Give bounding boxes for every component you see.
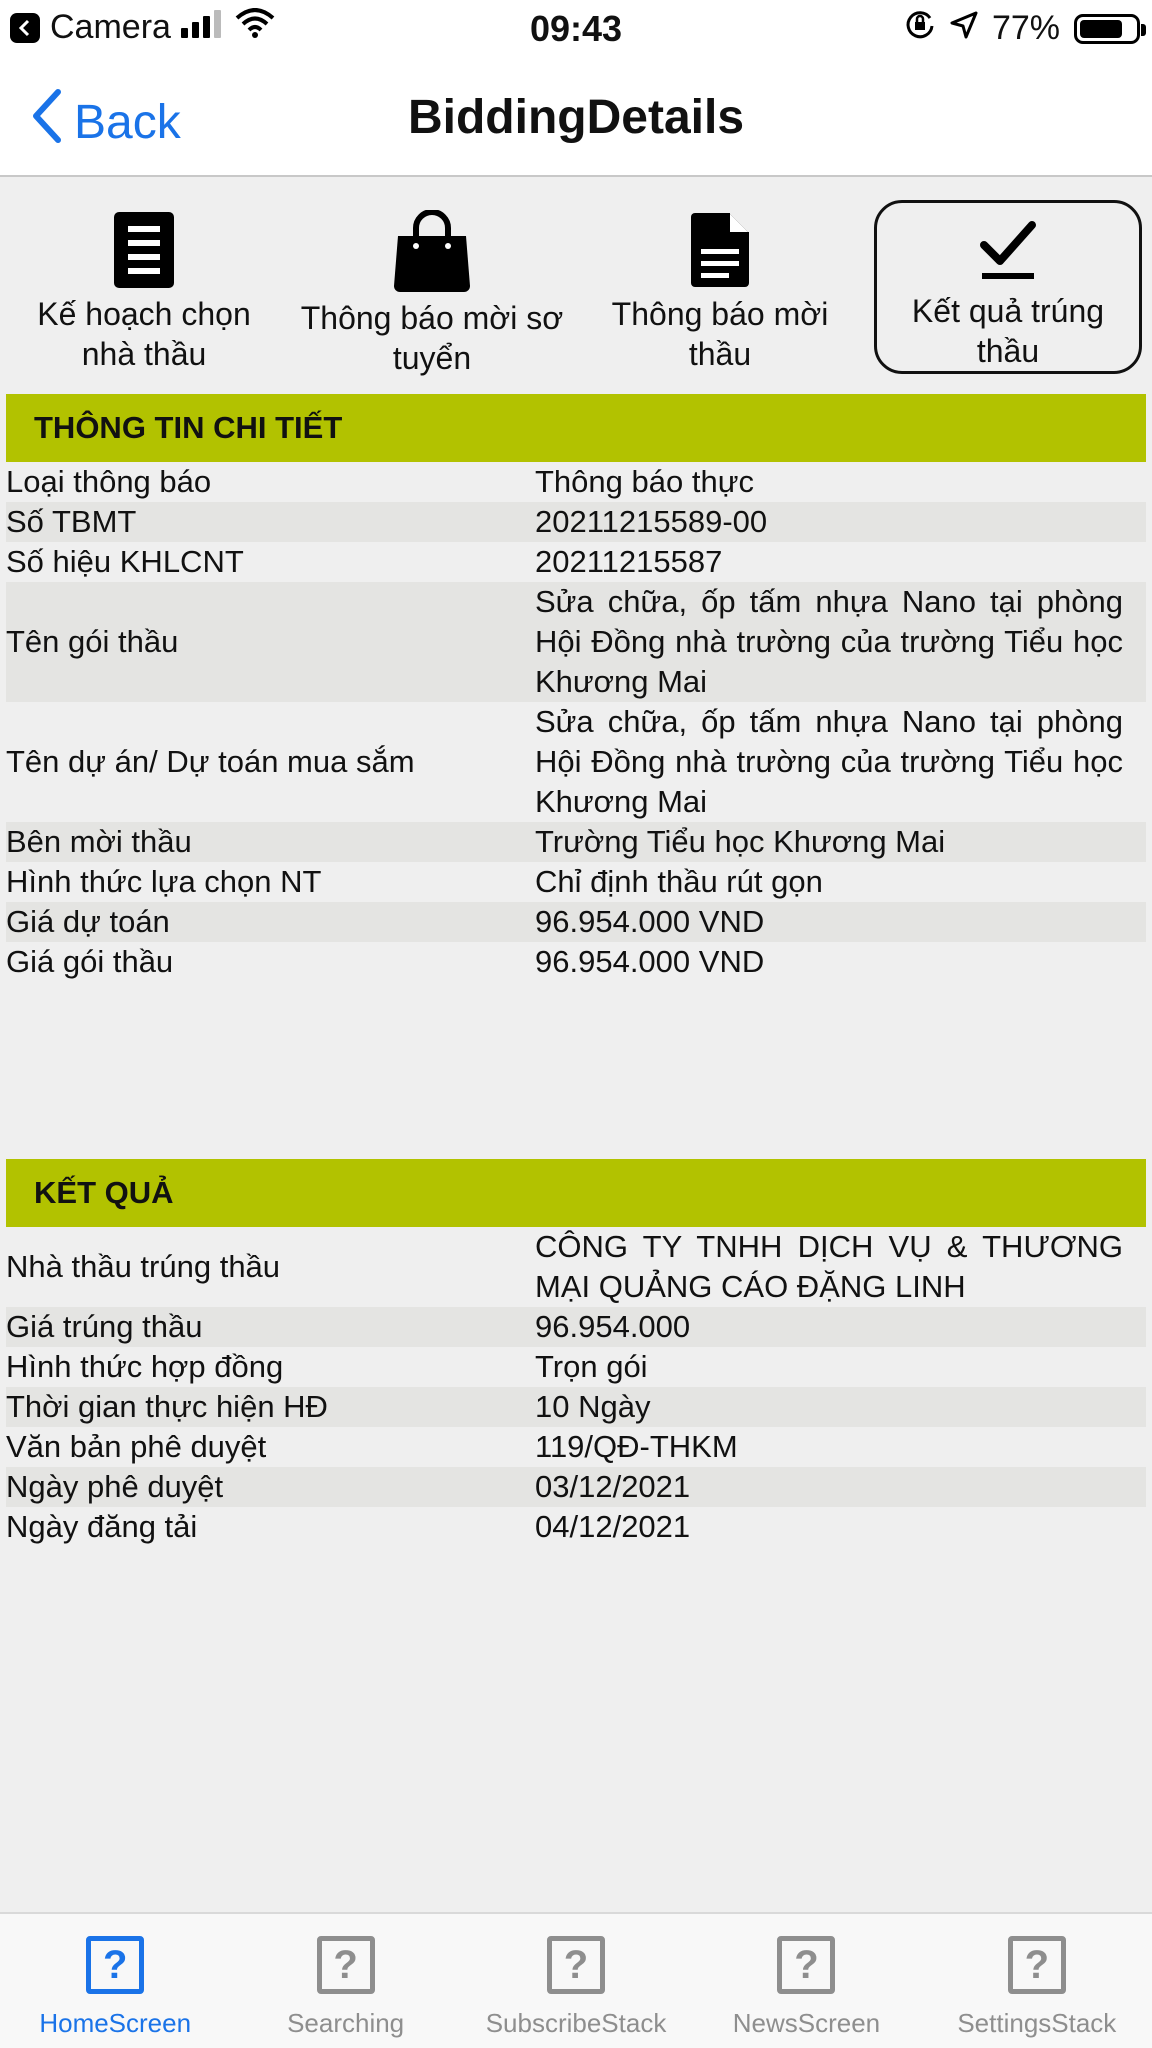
battery-percent: 77% bbox=[991, 9, 1060, 47]
row-label: Loại thông báo bbox=[6, 464, 212, 499]
document-list-icon bbox=[112, 210, 176, 290]
table-row: Tên gói thầu Sửa chữa, ốp tấm nhựa Nano t… bbox=[6, 582, 1146, 702]
table-row: Hình thức hợp đồng Trọn gói bbox=[6, 1347, 1146, 1387]
row-label: Nhà thầu trúng thầu bbox=[6, 1249, 281, 1284]
shopping-bag-icon bbox=[392, 210, 472, 294]
row-value: Chỉ định thầu rút gọn bbox=[535, 864, 823, 899]
navigation-bar: Back BiddingDetails bbox=[0, 60, 1152, 177]
table-row: Số TBMT 20211215589-00 bbox=[6, 502, 1146, 542]
row-label: Bên mời thầu bbox=[6, 824, 192, 859]
row-label: Tên gói thầu bbox=[6, 624, 179, 659]
tab-thong-bao-moi-thau[interactable]: Thông báo mời thầu bbox=[586, 200, 854, 374]
tabbar-item-newsscreen[interactable]: ? NewsScreen bbox=[691, 1914, 921, 2048]
table-row: Giá gói thầu 96.954.000 VND bbox=[6, 942, 1146, 982]
table-row: Bên mời thầu Trường Tiểu học Khương Mai bbox=[6, 822, 1146, 862]
file-text-icon bbox=[689, 210, 751, 290]
result-table: Nhà thầu trúng thầu CÔNG TY TNHH DỊCH VỤ … bbox=[6, 1227, 1146, 1547]
tab-label: Thông báo mời sơ tuyển bbox=[300, 300, 564, 376]
row-value: 20211215589-00 bbox=[535, 504, 768, 539]
row-label: Hình thức lựa chọn NT bbox=[6, 864, 322, 899]
table-row: Giá dự toán 96.954.000 VND bbox=[6, 902, 1146, 942]
row-label: Văn bản phê duyệt bbox=[6, 1429, 267, 1464]
tab-label: Kế hoạch chọn nhà thầu bbox=[37, 296, 251, 372]
table-row: Văn bản phê duyệt 119/QĐ-THKM bbox=[6, 1427, 1146, 1467]
question-box-icon: ? bbox=[86, 1936, 145, 1994]
row-label: Số hiệu KHLCNT bbox=[6, 544, 244, 579]
row-value: Sửa chữa, ốp tấm nhựa Nano tại phòng Hội… bbox=[535, 704, 1123, 819]
row-value: Trường Tiểu học Khương Mai bbox=[535, 824, 946, 859]
table-row: Nhà thầu trúng thầu CÔNG TY TNHH DỊCH VỤ … bbox=[6, 1227, 1146, 1307]
row-value: 10 Ngày bbox=[535, 1389, 651, 1424]
table-row: Số hiệu KHLCNT 20211215587 bbox=[6, 542, 1146, 582]
row-value: 96.954.000 VND bbox=[535, 944, 765, 979]
row-value: Thông báo thực bbox=[535, 464, 754, 499]
row-label: Hình thức hợp đồng bbox=[6, 1349, 284, 1384]
tabbar-item-subscribestack[interactable]: ? SubscribeStack bbox=[461, 1914, 691, 2048]
tabbar-item-searching[interactable]: ? Searching bbox=[230, 1914, 460, 2048]
check-underline-icon bbox=[980, 213, 1036, 287]
tabbar-label: HomeScreen bbox=[39, 2008, 192, 2038]
row-value: 96.954.000 VND bbox=[535, 904, 765, 939]
bottom-tab-bar: ? HomeScreen? Searching? SubscribeStack? New… bbox=[0, 1912, 1152, 2048]
row-value: 04/12/2021 bbox=[535, 1509, 691, 1544]
row-label: Giá gói thầu bbox=[6, 944, 174, 979]
table-row: Giá trúng thầu 96.954.000 bbox=[6, 1307, 1146, 1347]
question-box-icon: ? bbox=[777, 1936, 836, 1994]
row-value: 20211215587 bbox=[535, 544, 723, 579]
row-label: Tên dự án/ Dự toán mua sắm bbox=[6, 744, 415, 779]
tabbar-label: Searching bbox=[287, 2008, 405, 2038]
question-box-icon: ? bbox=[316, 1936, 375, 1994]
row-label: Thời gian thực hiện HĐ bbox=[6, 1389, 328, 1424]
row-value: Sửa chữa, ốp tấm nhựa Nano tại phòng Hội… bbox=[535, 584, 1123, 699]
row-label: Số TBMT bbox=[6, 504, 137, 539]
tab-label: Thông báo mời thầu bbox=[611, 296, 829, 372]
tabbar-item-settingsstack[interactable]: ? SettingsStack bbox=[922, 1914, 1152, 2048]
rotation-lock-icon bbox=[904, 8, 936, 49]
table-row: Tên dự án/ Dự toán mua sắm Sửa chữa, ốp t… bbox=[6, 702, 1146, 822]
tabbar-item-homescreen[interactable]: ? HomeScreen bbox=[0, 1914, 230, 2048]
row-value: 96.954.000 bbox=[535, 1309, 691, 1344]
page-title: BiddingDetails bbox=[407, 91, 745, 144]
table-row: Hình thức lựa chọn NT Chỉ định thầu rút g… bbox=[6, 862, 1146, 902]
row-value: Trọn gói bbox=[535, 1349, 648, 1384]
tab-label: Kết quả trúng thầu bbox=[911, 293, 1105, 369]
tabbar-label: SettingsStack bbox=[957, 2008, 1117, 2038]
battery-fill bbox=[1080, 19, 1122, 38]
category-tabs: Kế hoạch chọn nhà thầu Thông báo mời sơ … bbox=[0, 200, 1152, 385]
tab-ke-hoach[interactable]: Kế hoạch chọn nhà thầu bbox=[10, 200, 278, 374]
row-value: 119/QĐ-THKM bbox=[535, 1429, 738, 1464]
table-row: Ngày phê duyệt 03/12/2021 bbox=[6, 1467, 1146, 1507]
location-icon bbox=[950, 9, 978, 48]
row-label: Giá trúng thầu bbox=[6, 1309, 203, 1344]
row-value: CÔNG TY TNHH DỊCH VỤ & THƯƠNG MẠI QUẢNG … bbox=[535, 1229, 1123, 1304]
table-row: Loại thông báo Thông báo thực bbox=[6, 462, 1146, 502]
tab-ket-qua-trung-thau[interactable]: Kết quả trúng thầu bbox=[874, 200, 1142, 374]
row-label: Ngày đăng tải bbox=[6, 1509, 198, 1544]
tabbar-label: SubscribeStack bbox=[485, 2008, 667, 2038]
details-table: Loại thông báo Thông báo thực Số TBMT 20211… bbox=[6, 462, 1146, 982]
question-box-icon: ? bbox=[1007, 1936, 1066, 1994]
details-section-header: THÔNG TIN CHI TIẾT bbox=[6, 394, 1146, 462]
tab-thong-bao-so-tuyen[interactable]: Thông báo mời sơ tuyển bbox=[298, 200, 566, 376]
status-bar: Camera 09:43 77% bbox=[0, 0, 1152, 60]
question-box-icon: ? bbox=[547, 1936, 606, 1994]
result-section-header: KẾT QUẢ bbox=[6, 1159, 1146, 1227]
table-row: Ngày đăng tải 04/12/2021 bbox=[6, 1507, 1146, 1547]
tabbar-label: NewsScreen bbox=[732, 2008, 881, 2038]
row-label: Giá dự toán bbox=[6, 904, 170, 939]
row-label: Ngày phê duyệt bbox=[6, 1469, 224, 1504]
row-value: 03/12/2021 bbox=[535, 1469, 691, 1504]
status-right: 77% bbox=[904, 8, 1146, 49]
battery-icon bbox=[1074, 13, 1146, 44]
table-row: Thời gian thực hiện HĐ 10 Ngày bbox=[6, 1387, 1146, 1427]
